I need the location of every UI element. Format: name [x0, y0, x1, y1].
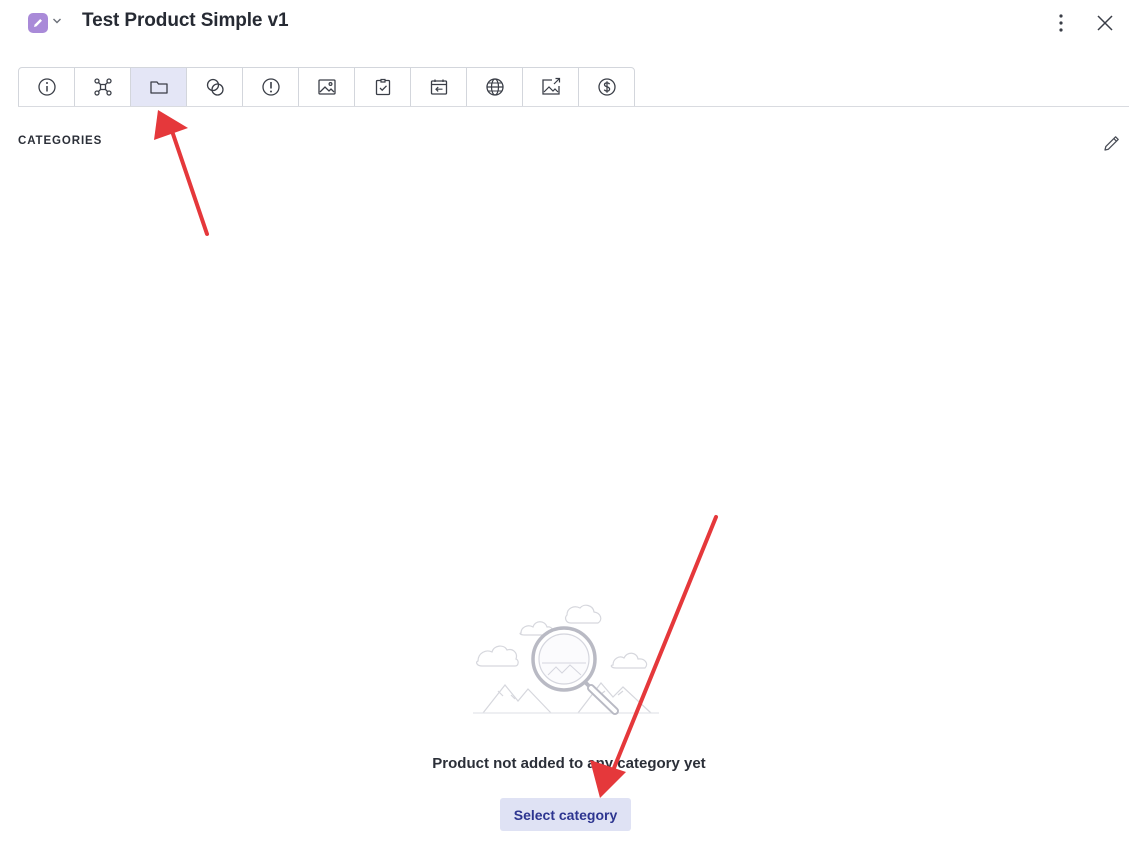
select-category-button[interactable]: Select category — [500, 798, 631, 831]
overlap-circles-icon — [206, 78, 224, 96]
pencil-icon[interactable] — [28, 13, 48, 33]
info-icon — [37, 78, 56, 96]
page-title: Test Product Simple v1 — [82, 10, 289, 31]
image-export-icon — [541, 77, 560, 95]
image-icon — [317, 79, 336, 95]
clipboard-check-icon — [375, 78, 390, 96]
section-title: CATEGORIES — [18, 135, 103, 147]
tab-info[interactable] — [19, 68, 75, 106]
edit-pencil-icon[interactable] — [1102, 133, 1122, 153]
globe-icon — [485, 78, 504, 96]
arrow-to-categories-tab — [154, 110, 209, 236]
header: Test Product Simple v1 — [0, 0, 1138, 46]
calendar-back-icon — [430, 79, 447, 95]
tab-localization[interactable] — [467, 68, 523, 106]
empty-search-illustration — [473, 604, 659, 715]
toolbar-divider — [18, 106, 1129, 107]
alert-icon — [261, 78, 280, 96]
dollar-icon — [597, 78, 616, 96]
tab-schedule[interactable] — [411, 68, 467, 106]
tab-pricing[interactable] — [579, 68, 634, 106]
tab-media-export[interactable] — [523, 68, 579, 106]
tab-variants[interactable] — [187, 68, 243, 106]
empty-state-message: Product not added to any category yet — [432, 755, 706, 772]
tab-categories[interactable] — [131, 68, 187, 106]
annotation-arrows — [154, 110, 718, 798]
folder-icon — [149, 81, 168, 94]
chevron-down-icon[interactable] — [52, 17, 62, 25]
close-icon[interactable] — [1094, 12, 1116, 34]
network-icon — [93, 78, 112, 96]
tab-toolbar — [18, 67, 635, 107]
more-options-icon[interactable] — [1051, 12, 1071, 34]
tab-tasks[interactable] — [355, 68, 411, 106]
tab-alerts[interactable] — [243, 68, 299, 106]
tab-relations[interactable] — [75, 68, 131, 106]
tab-images[interactable] — [299, 68, 355, 106]
